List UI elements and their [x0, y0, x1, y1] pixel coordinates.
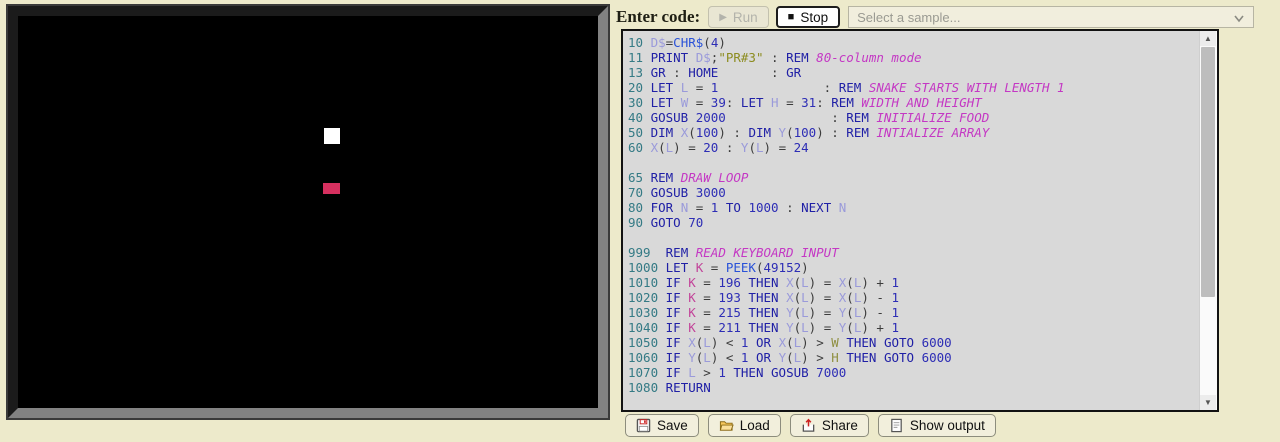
- code-content[interactable]: 10 D$=CHR$(4)11 PRINT D$;"PR#3" : REM 80…: [628, 35, 1198, 410]
- code-line: 90 GOTO 70: [628, 215, 1198, 230]
- code-line: 50 DIM X(100) : DIM Y(100) : REM INTIALI…: [628, 125, 1198, 140]
- show-output-button-label: Show output: [910, 418, 985, 433]
- code-line: 1010 IF K = 196 THEN X(L) = X(L) + 1: [628, 275, 1198, 290]
- scrollbar-thumb[interactable]: [1201, 47, 1215, 297]
- sample-select[interactable]: Select a sample...: [848, 6, 1254, 28]
- emulator-screen[interactable]: [8, 6, 608, 418]
- triangle-up-icon: ▲: [1204, 34, 1212, 43]
- run-button-label: Run: [733, 10, 758, 25]
- chevron-down-icon: [1233, 12, 1245, 24]
- sample-select-placeholder: Select a sample...: [857, 10, 960, 25]
- run-button[interactable]: ▶ Run: [708, 6, 768, 28]
- editor-scrollbar[interactable]: ▲ ▼: [1199, 31, 1217, 410]
- code-line: 40 GOSUB 2000 : REM INITIALIZE FOOD: [628, 110, 1198, 125]
- code-line: 1060 IF Y(L) < 1 OR Y(L) > H THEN GOTO 6…: [628, 350, 1198, 365]
- stop-icon: ■: [788, 11, 795, 23]
- enter-code-label: Enter code:: [616, 7, 700, 27]
- code-line: 1030 IF K = 215 THEN Y(L) = Y(L) - 1: [628, 305, 1198, 320]
- code-line: 1050 IF X(L) < 1 OR X(L) > W THEN GOTO 6…: [628, 335, 1198, 350]
- code-line: 1000 LET K = PEEK(49152): [628, 260, 1198, 275]
- code-line: 10 D$=CHR$(4): [628, 35, 1198, 50]
- code-line: 1080 RETURN: [628, 380, 1198, 395]
- code-line: 30 LET W = 39: LET H = 31: REM WIDTH AND…: [628, 95, 1198, 110]
- document-icon: [889, 418, 904, 433]
- code-line: [628, 230, 1198, 245]
- food-block: [323, 183, 340, 194]
- stop-button-label: Stop: [800, 10, 828, 25]
- folder-open-icon: [719, 418, 734, 433]
- scroll-up-button[interactable]: ▲: [1200, 31, 1216, 46]
- code-line: 70 GOSUB 3000: [628, 185, 1198, 200]
- floppy-disk-icon: [636, 418, 651, 433]
- toolbar: Enter code: ▶ Run ■ Stop Select a sample…: [616, 4, 1276, 30]
- share-button[interactable]: Share: [790, 414, 869, 437]
- code-editor[interactable]: 10 D$=CHR$(4)11 PRINT D$;"PR#3" : REM 80…: [621, 29, 1219, 412]
- load-button[interactable]: Load: [708, 414, 781, 437]
- actions-bar: Save Load Share Show output: [625, 414, 996, 437]
- code-line: 999 REM READ KEYBOARD INPUT: [628, 245, 1198, 260]
- code-line: 80 FOR N = 1 TO 1000 : NEXT N: [628, 200, 1198, 215]
- play-icon: ▶: [719, 12, 727, 23]
- snake-block: [324, 128, 340, 144]
- share-upload-icon: [801, 418, 816, 433]
- code-line: 65 REM DRAW LOOP: [628, 170, 1198, 185]
- triangle-down-icon: ▼: [1204, 398, 1212, 407]
- save-button[interactable]: Save: [625, 414, 699, 437]
- code-line: 20 LET L = 1 : REM SNAKE STARTS WITH LEN…: [628, 80, 1198, 95]
- code-line: 60 X(L) = 20 : Y(L) = 24: [628, 140, 1198, 155]
- share-button-label: Share: [822, 418, 858, 433]
- show-output-button[interactable]: Show output: [878, 414, 996, 437]
- code-line: 1020 IF K = 193 THEN X(L) = X(L) - 1: [628, 290, 1198, 305]
- stop-button[interactable]: ■ Stop: [776, 6, 840, 28]
- code-line: 13 GR : HOME : GR: [628, 65, 1198, 80]
- code-line: [628, 395, 1198, 410]
- code-line: 1040 IF K = 211 THEN Y(L) = Y(L) + 1: [628, 320, 1198, 335]
- code-line: [628, 155, 1198, 170]
- scroll-down-button[interactable]: ▼: [1200, 395, 1216, 410]
- code-line: 1070 IF L > 1 THEN GOSUB 7000: [628, 365, 1198, 380]
- load-button-label: Load: [740, 418, 770, 433]
- code-line: 11 PRINT D$;"PR#3" : REM 80-column mode: [628, 50, 1198, 65]
- save-button-label: Save: [657, 418, 688, 433]
